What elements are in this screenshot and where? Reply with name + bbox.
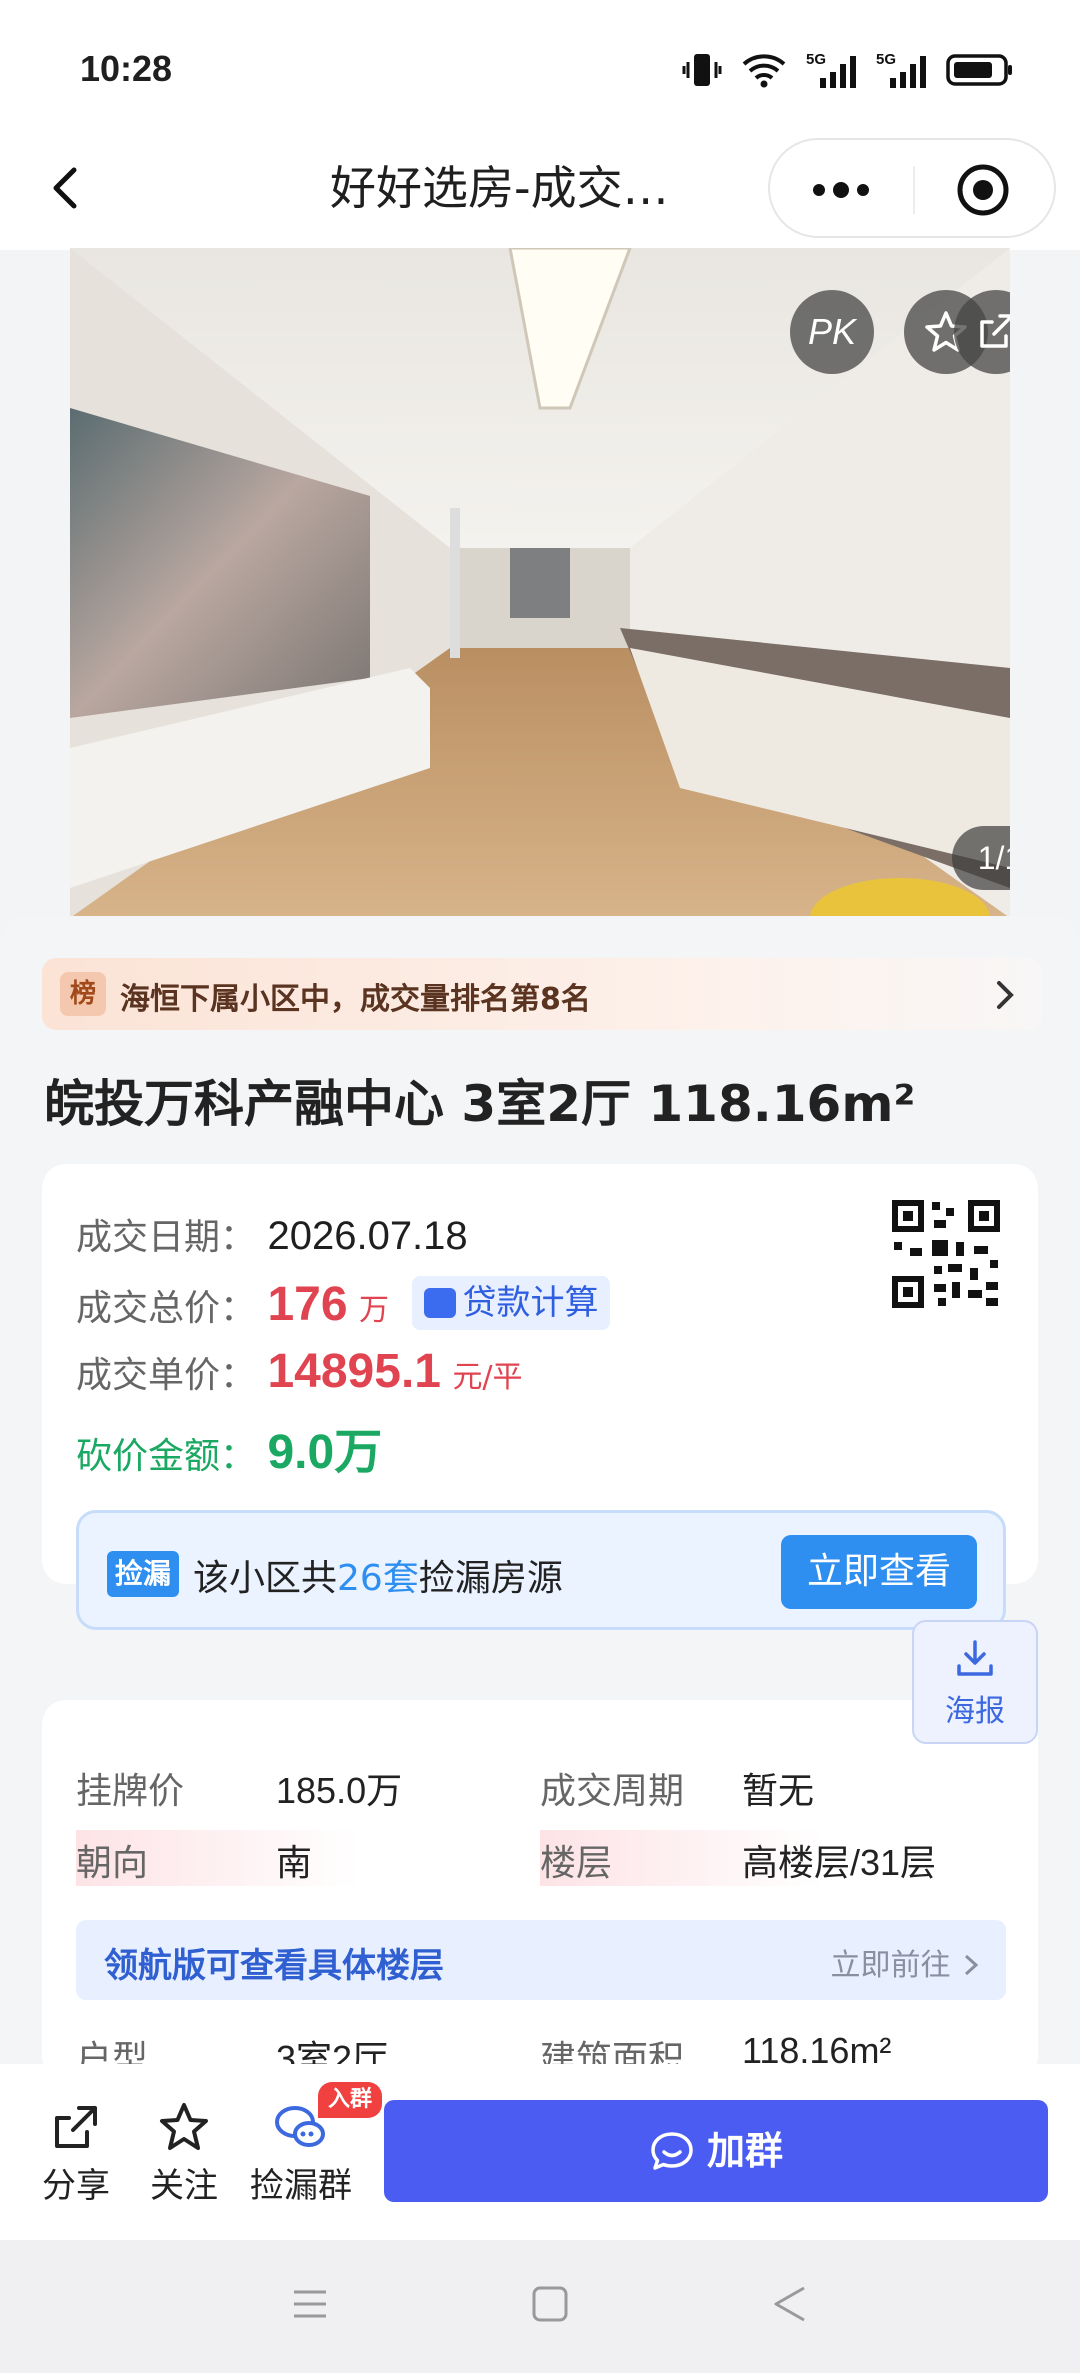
chevron-left-icon bbox=[53, 167, 77, 209]
vip-floor-banner[interactable]: 领航版可查看具体楼层 立即前往 bbox=[76, 1920, 1006, 2000]
leak-text-before: 该小区共 bbox=[193, 1558, 338, 1599]
listing-photo[interactable]: PK 1/1 bbox=[70, 248, 1010, 918]
nav-bar: 好好选房-成交… bbox=[0, 130, 1080, 250]
follow-button[interactable]: 关注 bbox=[150, 2102, 218, 2207]
page-title: 好好选房-成交… bbox=[330, 161, 669, 215]
chat-icon bbox=[651, 2132, 693, 2170]
vibrate-icon bbox=[682, 54, 722, 86]
rank-banner[interactable]: 榜 海恒下属小区中，成交量排名第8名 bbox=[42, 958, 1042, 1030]
star-icon bbox=[160, 2103, 208, 2150]
close-miniprogram-button[interactable] bbox=[955, 162, 1011, 222]
pk-compare-button[interactable]: PK bbox=[790, 290, 874, 374]
deal-unit-price-row: 成交单价： 14895.1 元/平 bbox=[76, 1344, 523, 1399]
deal-date-value: 2026.07.18 bbox=[267, 1214, 468, 1258]
leak-text: 该小区共26套捡漏房源 bbox=[193, 1549, 563, 1601]
wifi-icon bbox=[742, 54, 786, 88]
floor-label: 楼层 bbox=[540, 1843, 613, 1884]
status-bar: 10:28 5G 5G bbox=[0, 0, 1080, 130]
qr-code-icon[interactable] bbox=[890, 1198, 1002, 1310]
cycle-label: 成交周期 bbox=[540, 1771, 685, 1812]
join-group-label: 加群 bbox=[706, 2129, 783, 2173]
deal-card: 成交日期： 2026.07.18 成交总价： 176 万 贷款计算 成交单价： … bbox=[42, 1164, 1038, 1630]
join-group-button[interactable]: 加群 bbox=[384, 2100, 1048, 2202]
poster-button[interactable]: 海报 bbox=[912, 1620, 1038, 1744]
signal-5g-icon-2: 5G bbox=[876, 51, 926, 88]
home-icon[interactable] bbox=[530, 2284, 570, 2324]
svg-text:5G: 5G bbox=[806, 51, 826, 68]
leak-count: 26套 bbox=[337, 1558, 419, 1599]
more-dots-icon bbox=[813, 182, 869, 198]
back-nav-icon[interactable] bbox=[770, 2284, 810, 2324]
deal-total-label: 成交总价： bbox=[76, 1288, 257, 1329]
info-card: 挂牌价 185.0万 成交周期 暂无 朝向 南 楼层 高楼层/31层 领航版可查… bbox=[42, 1700, 1038, 2080]
join-badge: 入群 bbox=[318, 2082, 383, 2118]
photo-counter: 1/1 bbox=[952, 826, 1010, 890]
system-nav-bar bbox=[0, 2240, 1080, 2373]
share-label: 分享 bbox=[42, 2166, 110, 2206]
share-button[interactable]: 分享 bbox=[42, 2102, 110, 2207]
orientation-label: 朝向 bbox=[76, 1843, 149, 1884]
listing-title: 皖投万科产融中心 3室2厅 118.16m² bbox=[44, 1075, 916, 1133]
follow-label: 关注 bbox=[150, 2166, 218, 2206]
screen: 10:28 5G 5G 好好选房-成交… PK 1/ 榜 海恒下属小区中，成交量… bbox=[0, 0, 1080, 2373]
view-now-button[interactable]: 立即查看 bbox=[781, 1535, 977, 1609]
more-button[interactable] bbox=[808, 170, 874, 214]
deal-cut-label: 砍价金额： bbox=[76, 1436, 257, 1477]
loan-calculator-label: 贷款计算 bbox=[462, 1283, 599, 1323]
deal-total-row: 成交总价： 176 万 贷款计算 bbox=[76, 1276, 611, 1332]
detail-panel: 榜 海恒下属小区中，成交量排名第8名 皖投万科产融中心 3室2厅 118.16m… bbox=[0, 916, 1080, 2080]
bottom-action-bar: 分享 关注 捡漏群 入群 加群 bbox=[0, 2064, 1080, 2240]
deal-unit-price-label: 成交单价： bbox=[76, 1355, 257, 1396]
cycle-value: 暂无 bbox=[742, 1770, 815, 1811]
vip-link-label: 立即前往 bbox=[830, 1948, 951, 1983]
deal-cut-row: 砍价金额： 9.0万 bbox=[76, 1412, 382, 1482]
calculator-icon bbox=[424, 1288, 457, 1318]
download-icon bbox=[957, 1640, 993, 1676]
signal-5g-icon: 5G bbox=[806, 51, 856, 88]
floor-value: 高楼层/31层 bbox=[742, 1842, 937, 1883]
capsule-divider bbox=[913, 166, 915, 214]
deal-total-unit: 万 bbox=[359, 1293, 390, 1328]
status-icons: 5G 5G bbox=[682, 50, 1014, 90]
svg-text:5G: 5G bbox=[876, 51, 896, 68]
rank-text: 海恒下属小区中，成交量排名第8名 bbox=[120, 982, 591, 1017]
vip-link[interactable]: 立即前往 bbox=[830, 1940, 982, 1984]
deal-date-label: 成交日期： bbox=[76, 1217, 257, 1258]
leak-text-after: 捡漏房源 bbox=[418, 1558, 563, 1599]
deal-total-value: 176 bbox=[267, 1278, 348, 1331]
rank-badge: 榜 bbox=[60, 972, 106, 1016]
miniprogram-capsule bbox=[768, 138, 1056, 238]
deal-unit-price-value: 14895.1 bbox=[267, 1345, 441, 1398]
deal-date-row: 成交日期： 2026.07.18 bbox=[76, 1208, 468, 1260]
deal-unit-price-unit: 元/平 bbox=[452, 1360, 523, 1395]
poster-label: 海报 bbox=[945, 1694, 1005, 1729]
orientation-value: 南 bbox=[276, 1842, 313, 1883]
leak-deals-banner[interactable]: 捡漏 该小区共26套捡漏房源 立即查看 bbox=[76, 1510, 1006, 1630]
leak-tag: 捡漏 bbox=[107, 1551, 179, 1597]
loan-calculator-button[interactable]: 贷款计算 bbox=[412, 1276, 611, 1330]
chevron-right-icon bbox=[964, 1954, 979, 1976]
list-price-label: 挂牌价 bbox=[76, 1771, 185, 1812]
target-close-icon bbox=[957, 164, 1009, 216]
vip-text: 领航版可查看具体楼层 bbox=[104, 1946, 444, 1986]
list-price-value: 185.0万 bbox=[276, 1770, 403, 1811]
leak-group-label: 捡漏群 bbox=[250, 2166, 352, 2206]
status-time: 10:28 bbox=[80, 48, 173, 89]
share-icon bbox=[55, 2106, 97, 2148]
battery-icon bbox=[946, 54, 1012, 86]
menu-icon[interactable] bbox=[290, 2284, 330, 2324]
share-icon bbox=[980, 314, 1010, 348]
back-button[interactable] bbox=[38, 158, 98, 218]
chevron-right-icon bbox=[997, 981, 1014, 1009]
deal-cut-value: 9.0万 bbox=[267, 1426, 383, 1479]
